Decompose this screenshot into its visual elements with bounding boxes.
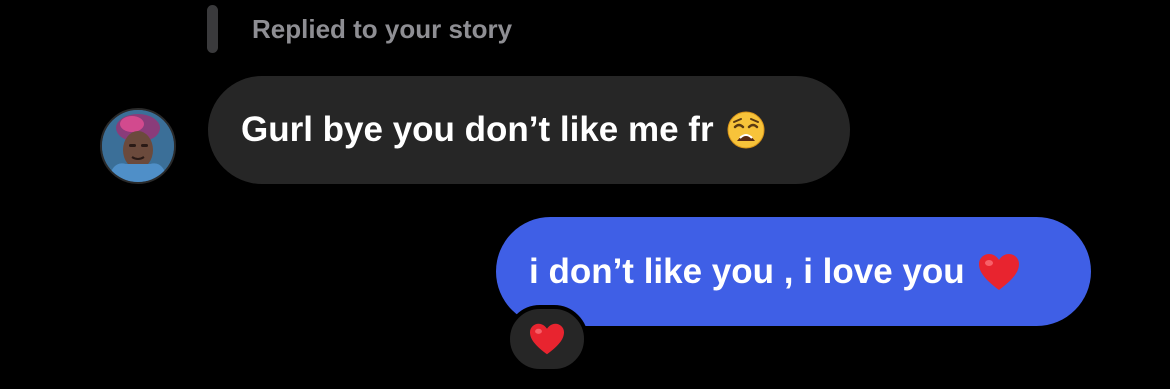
outgoing-message-bubble[interactable]: i don’t like you , i love you: [496, 217, 1091, 326]
weary-face-emoji-icon: [726, 110, 766, 150]
outgoing-message-text: i don’t like you , i love you: [529, 251, 965, 291]
incoming-message-text: Gurl bye you don’t like me fr: [241, 110, 714, 149]
reply-context-label: Replied to your story: [252, 14, 513, 44]
reply-indicator-bar: [207, 5, 218, 53]
sender-avatar[interactable]: [100, 108, 176, 184]
incoming-message-bubble[interactable]: Gurl bye you don’t like me fr: [208, 76, 850, 184]
message-reaction-badge[interactable]: [506, 305, 588, 373]
avatar-photo: [102, 110, 174, 182]
red-heart-reaction-icon: [528, 322, 566, 356]
red-heart-emoji-icon: [977, 252, 1021, 292]
